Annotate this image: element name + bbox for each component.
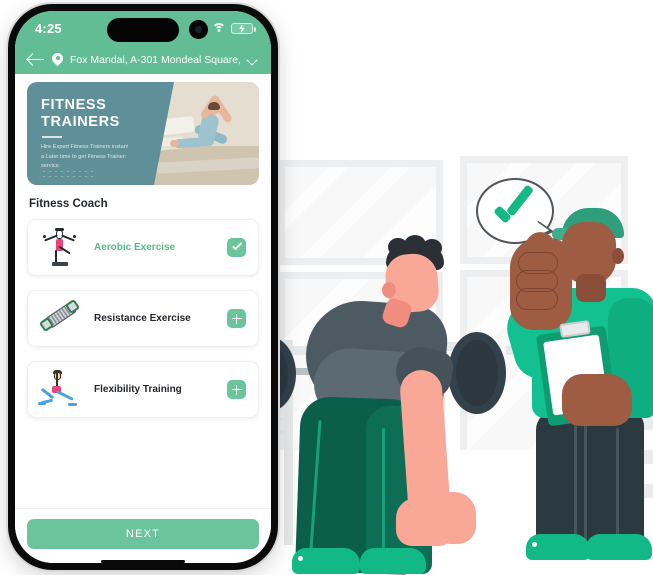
phone-mockup: 4:25 Fox Mandal, A-301 Mondeal Square,,.… <box>8 4 278 570</box>
screen-footer: NEXT <box>15 507 271 563</box>
trainer-neck <box>576 274 606 302</box>
gym-illustration <box>270 150 653 575</box>
trainer-hand-holding <box>562 374 632 426</box>
service-card-resistance-exercise[interactable]: Resistance Exercise <box>27 290 259 347</box>
phone-screen-area: 4:25 Fox Mandal, A-301 Mondeal Square,,.… <box>15 11 271 563</box>
lifter-pant-seam <box>382 428 385 548</box>
trainer-shoe <box>526 534 590 560</box>
next-button[interactable]: NEXT <box>27 518 259 549</box>
lifter-figure <box>278 230 476 575</box>
check-mark-icon <box>492 192 536 230</box>
plus-icon[interactable] <box>227 380 246 399</box>
promo-banner-text-panel: FITNESS TRAINERS Hire Expert Fitness Tra… <box>27 82 148 185</box>
dynamic-island <box>107 18 179 42</box>
app-screen: 4:25 Fox Mandal, A-301 Mondeal Square,,.… <box>15 11 271 563</box>
promo-banner-subtitle: Hire Expert Fitness Trainers instantly o… <box>41 143 146 170</box>
service-label: Flexibility Training <box>94 384 182 395</box>
trainer-shoe <box>586 534 652 560</box>
resistance-band-icon <box>38 298 82 339</box>
check-icon[interactable] <box>227 238 246 257</box>
promo-banner-dot-pattern <box>41 169 95 179</box>
service-label: Aerobic Exercise <box>94 242 176 253</box>
trainer-ear <box>612 248 624 264</box>
back-arrow-icon[interactable] <box>28 53 45 67</box>
page-title: Fitness Coach <box>29 198 108 210</box>
status-bar-clock: 4:25 <box>35 20 62 36</box>
battery-charging-icon <box>231 22 256 34</box>
chevron-down-icon[interactable] <box>247 55 257 65</box>
lifter-ear <box>382 282 396 298</box>
location-pin-icon <box>52 53 63 67</box>
service-label: Resistance Exercise <box>94 313 191 324</box>
screen-content: FITNESS TRAINERS Hire Expert Fitness Tra… <box>15 74 271 508</box>
lifter-shoe <box>360 548 426 574</box>
app-bar: Fox Mandal, A-301 Mondeal Square,,... <box>15 45 271 74</box>
trainer-finger-line <box>516 288 558 310</box>
screenshot-root: 4:25 Fox Mandal, A-301 Mondeal Square,,.… <box>0 0 653 575</box>
trainer-pant-stripe <box>574 424 577 542</box>
status-bar: 4:25 <box>15 11 271 45</box>
promo-banner-divider <box>42 136 62 138</box>
service-card-aerobic-exercise[interactable]: Aerobic Exercise <box>27 219 259 276</box>
lifter-shoe <box>292 548 360 574</box>
promo-banner-title-line2: TRAINERS <box>41 114 120 131</box>
trainer-figure <box>466 178 653 575</box>
promo-banner-title-line1: FITNESS <box>41 97 107 113</box>
aerobic-exercise-icon <box>38 227 82 268</box>
service-card-flexibility-training[interactable]: Flexibility Training <box>27 361 259 418</box>
trainer-pants <box>536 410 644 550</box>
front-camera-icon <box>189 20 208 39</box>
flexibility-training-icon <box>38 369 82 410</box>
home-indicator[interactable] <box>101 559 185 563</box>
trainer-pant-stripe <box>616 428 619 540</box>
trainer-pant-stripe <box>584 424 587 542</box>
promo-banner[interactable]: FITNESS TRAINERS Hire Expert Fitness Tra… <box>27 82 259 185</box>
wifi-icon <box>212 22 226 34</box>
plus-icon[interactable] <box>227 309 246 328</box>
address-label[interactable]: Fox Mandal, A-301 Mondeal Square,,... <box>70 54 240 66</box>
